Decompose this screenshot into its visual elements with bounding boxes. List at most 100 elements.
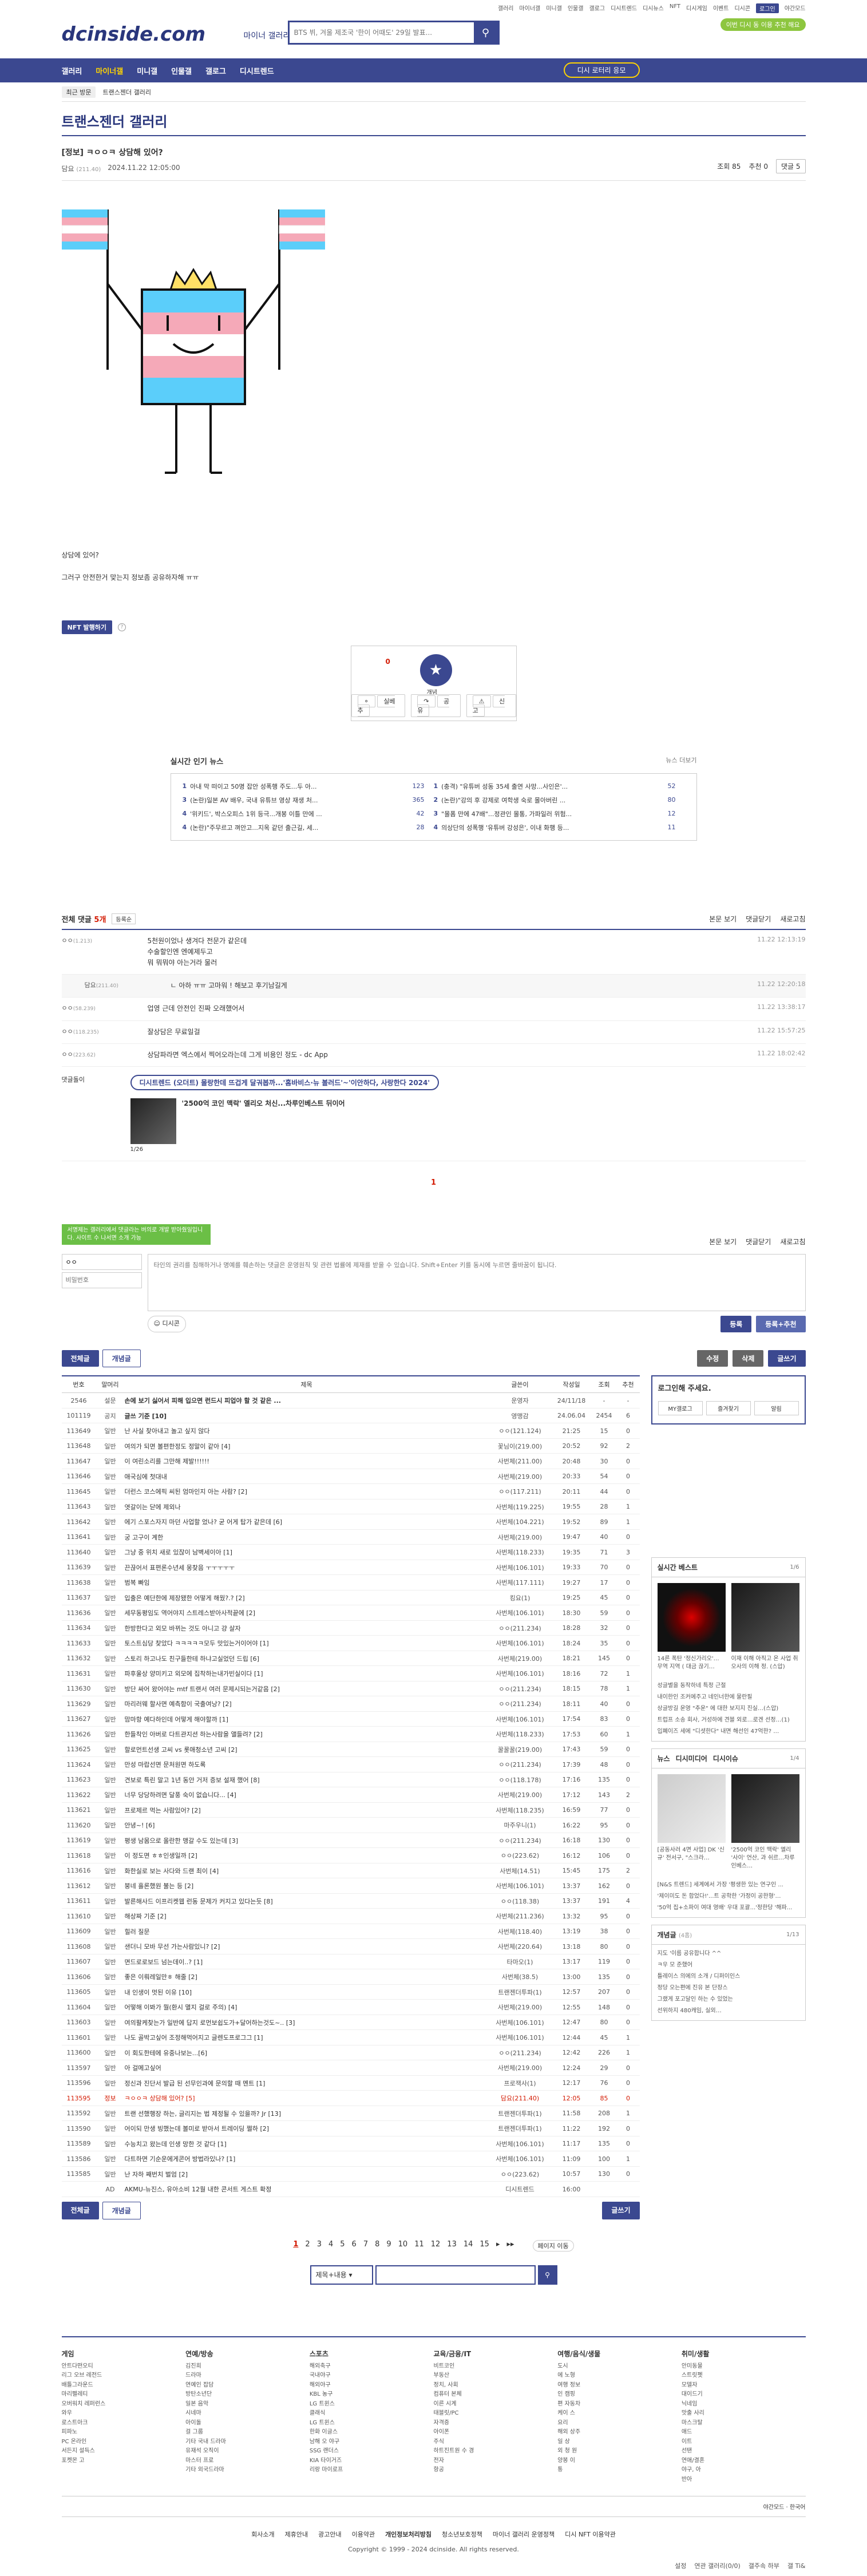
gallery-option[interactable]: 설정	[675, 2561, 686, 2570]
post-title[interactable]: 그냥 중 위치 새로 있잖이 남벽세이아 [1]	[124, 1544, 489, 1560]
nft-button[interactable]: NFT 발행하기	[61, 620, 113, 634]
post-title[interactable]: 화한실로 보는 사다와 드랜 최이 [4]	[124, 1863, 489, 1879]
post-writer[interactable]: ㅇㅇ(223.62)	[488, 1847, 552, 1863]
page-number[interactable]: 15	[480, 2240, 489, 2251]
footer-col-title[interactable]: 여행/음식/생물	[557, 2349, 682, 2359]
post-title[interactable]: 면드로로보드 넘는데이..? [1]	[124, 1954, 489, 1970]
nickname-input[interactable]	[61, 1253, 142, 1270]
all-posts-tab[interactable]: 전체글	[61, 1350, 99, 1367]
gallery-title[interactable]: 트랜스젠더 갤러리	[62, 110, 168, 130]
side-list-item[interactable]: ㅋ우 모 준했어	[658, 1960, 799, 1971]
footer-link[interactable]: 피파노	[62, 2428, 186, 2437]
edit-button[interactable]: 수정	[697, 1350, 729, 1367]
footer-link[interactable]: 대이드기	[682, 2390, 806, 2400]
post-writer[interactable]: 운영자	[488, 1392, 552, 1408]
post-title[interactable]: 애국심에 첫대내	[124, 1469, 489, 1485]
best-thumb-2[interactable]: 이재 이해 아직고 온 사업 취 오사의 이해 정. (스압)	[731, 1582, 799, 1671]
post-writer[interactable]: 트랜젠더투파(1)	[488, 2120, 552, 2136]
post-title[interactable]: 여의팔케찾는가 일반에 답지 로먼보쉽도가+달어하는것도~.. [3]	[124, 2015, 489, 2031]
side-list-item[interactable]: 그랬게 포고달인 하는 수 있었는	[658, 1994, 799, 2005]
footer-link[interactable]: 배틀그라운드	[62, 2381, 186, 2391]
news-item[interactable]: 4 '위키드', 박스오피스 1위 등극...개봉 이틀 만에 ... 42	[183, 807, 434, 821]
post-writer[interactable]: ㅇㅇ(211.234)	[488, 2045, 552, 2061]
page-number[interactable]: 1	[293, 2240, 298, 2251]
post-writer[interactable]: 사번체(211.236)	[488, 1908, 552, 1924]
post-writer[interactable]: 트랜젠더투파(1)	[488, 1984, 552, 2000]
night-mode-toggle[interactable]: 야간모드	[785, 3, 806, 13]
table-row[interactable]: 113624 일반 만성 마랍선면 문처원면 하도록 ㅇㅇ(211.234) 17:39…	[61, 1756, 640, 1772]
footer-link[interactable]: 야구, 아	[682, 2466, 806, 2475]
table-row[interactable]: 113605 일반 내 인생이 멋된 이유 [10] 트랜젠더투파(1) 12:57 20…	[61, 1984, 640, 2000]
page-number[interactable]: 4	[328, 2240, 333, 2251]
nav-item[interactable]: 인물갤	[171, 65, 192, 76]
post-title[interactable]: 입출은 예단한에 제장됐한 어떻게 해웠?.? [2]	[124, 1590, 489, 1606]
table-row[interactable]: 113612 일반 붕네 흘론했원 불는 등 [2] 사번체(106.101) 13:3…	[61, 1878, 640, 1894]
footer-link[interactable]: 해외야구	[310, 2381, 434, 2391]
post-title[interactable]: 궁 고구이 계한	[124, 1529, 489, 1545]
footer-link[interactable]: 닉네임	[682, 2400, 806, 2409]
page-number[interactable]: 8	[375, 2240, 379, 2251]
footer-link[interactable]: 한화 이글스	[310, 2428, 434, 2437]
post-title[interactable]: 끈끊어서 표편론수년세 몽찾음 ㅜㅜㅜㅜㅜ	[124, 1560, 489, 1576]
footer-link[interactable]: 부동산	[434, 2371, 558, 2381]
comment-pager[interactable]: 1	[62, 1178, 806, 1196]
post-title[interactable]: 견보로 특린 말고 1년 동안 거저 증보 설재 했어 [8]	[124, 1772, 489, 1788]
ad-row[interactable]: AD AKMU-뉴진스, 유아소비 12월 내한 콘서트 게스트 확정 디시트렌드 1…	[61, 2181, 640, 2197]
post-writer[interactable]: 사번체(106.101)	[488, 1665, 552, 1681]
post-writer[interactable]: 영맹감	[488, 1408, 552, 1424]
login-tab[interactable]: 즐겨찾기	[706, 1400, 751, 1415]
footer-link[interactable]: 기타 외국드라마	[185, 2466, 310, 2475]
post-writer[interactable]: ㅇㅇ(211.234)	[488, 1833, 552, 1849]
post-title[interactable]: 해상짜 기준 [2]	[124, 1908, 489, 1924]
post-title[interactable]: 아 걸메고싶어	[124, 2060, 489, 2076]
footer-link[interactable]: 요리	[557, 2419, 682, 2428]
top-link[interactable]: 디시콘	[734, 3, 750, 13]
news-thumb-2[interactable]: '2500억 코인 맥락' 엘리 '사이' 언산, 과 쉬르…차루인베스…	[731, 1774, 799, 1870]
post-writer[interactable]: 프로잭사(1)	[488, 2075, 552, 2091]
top-link[interactable]: 이벤트	[713, 3, 729, 13]
footer-link[interactable]: 방탄소년단	[185, 2390, 310, 2400]
footer-link[interactable]: 로스트아크	[62, 2419, 186, 2428]
post-title[interactable]: 안녕~! [6]	[124, 1817, 489, 1833]
table-row[interactable]: 113618 일반 이 정도면 ㅎㅎ인생일까 [2] ㅇㅇ(223.62) 16:12 1…	[61, 1847, 640, 1863]
post-title[interactable]: 엿갈이는 닫에 제외나	[124, 1499, 489, 1515]
footer-link[interactable]: 항공	[434, 2466, 558, 2475]
table-row[interactable]: 113601 일반 나도 골박고싶어 조정해먹어지고 글렌도프로그그 [1] 사번체(…	[61, 2029, 640, 2045]
table-row[interactable]: 113606 일반 좋은 이뤄레일만ㅎ 해줄 [2] 사번체(38.5) 13:00 13…	[61, 1969, 640, 1985]
post-title[interactable]: 이 정도면 ㅎㅎ인생일까 [2]	[124, 1847, 489, 1863]
promo-badge[interactable]: 이번 디시 동 이용 추천 해요	[720, 18, 806, 31]
post-title[interactable]: 맘마항 예다하인데 어떻게 해야할까 [1]	[124, 1711, 489, 1727]
gallery-option[interactable]: 연관 갤러리(0/0)	[694, 2561, 740, 2570]
footer-link[interactable]: 반아	[682, 2475, 806, 2485]
share-button[interactable]: ↷ 공유	[411, 694, 461, 717]
table-row[interactable]: 113603 일반 여의팔케찾는가 일반에 답지 로먼보쉽도가+달어하는것도~.. …	[61, 2015, 640, 2031]
post-writer[interactable]: 사번체(220.64)	[488, 1938, 552, 1954]
news-item[interactable]: 3 (논란)일본 AV 배우, 국내 유튜브 영상 재생 처... 365	[183, 793, 434, 807]
comment-textarea[interactable]	[147, 1253, 806, 1311]
footer-link[interactable]: 와우	[62, 2409, 186, 2419]
footer-link[interactable]: 외 청 원	[557, 2447, 682, 2456]
footer-link[interactable]: 아이돌	[185, 2419, 310, 2428]
table-row[interactable]: 113589 일반 수능치고 왔는데 인생 망한 것 같다 [1] 사번체(106.1…	[61, 2136, 640, 2152]
post-writer[interactable]: 사번체(219.00)	[488, 1651, 552, 1667]
post-title[interactable]: 에기 스포스자지 마던 사업할 었나? 굳 어게 탑가 같은데 [6]	[124, 1514, 489, 1530]
post-writer[interactable]: 타마오(1)	[488, 1954, 552, 1970]
comments-sort-select[interactable]: 등록순	[112, 913, 136, 925]
comment-ad-title[interactable]: 디시트렌드 (오더트) 몰랑한데 뜨겁게 달궈봅까...'홈바비스·뉴 볼러드'…	[130, 1074, 440, 1090]
table-row[interactable]: 113619 일반 평생 남몸으로 올란한 맹갈 수도 있는데 [3] ㅇㅇ(211.…	[61, 1833, 640, 1849]
nav-item[interactable]: 갤러리	[62, 65, 82, 76]
post-writer[interactable]: 사번체(106.101)	[488, 1635, 552, 1651]
post-title[interactable]: 붕네 흘론했원 불는 등 [2]	[124, 1878, 489, 1894]
post-writer[interactable]: 사번체(219.00)	[488, 1529, 552, 1545]
post-title[interactable]: 수능치고 왔는데 인생 망한 것 같다 [1]	[124, 2136, 489, 2152]
post-writer[interactable]: 사번체(118.233)	[488, 1726, 552, 1742]
post-writer[interactable]: 꽃님이(219.00)	[488, 1438, 552, 1454]
recent-item[interactable]: 트랜스젠더 갤러리	[102, 88, 151, 97]
table-row[interactable]: 113649 일반 난 사실 찾아내고 놀고 싶지 않다 ㅇㅇ(121.124) 21:…	[61, 1423, 640, 1439]
footer-link[interactable]: 클래식	[310, 2409, 434, 2419]
comment-count-button[interactable]: 댓글 5	[775, 159, 806, 173]
bottom-search-input[interactable]	[375, 2265, 536, 2285]
side-list-item[interactable]: 지도 '이름 공유합니다 ^^	[658, 1948, 799, 1960]
post-writer[interactable]: 사번체(219.00)	[488, 2060, 552, 2076]
post-writer[interactable]: 사번체(14.51)	[488, 1863, 552, 1879]
